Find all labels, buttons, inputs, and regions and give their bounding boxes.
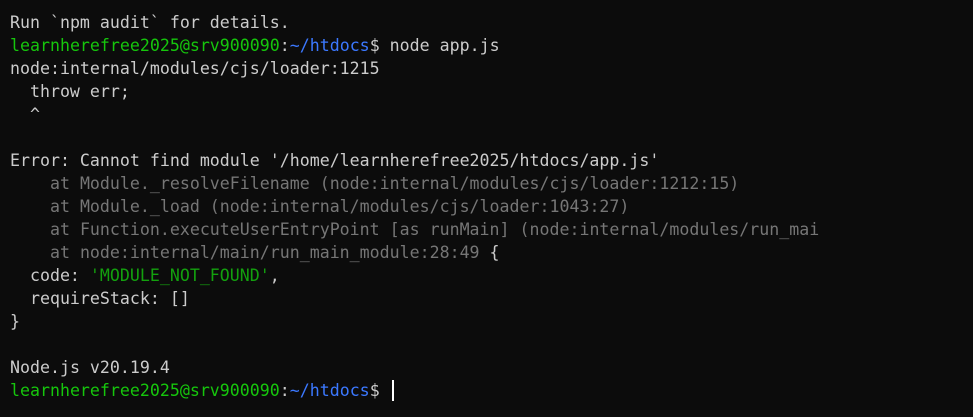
stack-at-keyword: at — [49, 197, 80, 216]
stack-trace-line: at Module._resolveFilename (node:interna… — [10, 172, 973, 195]
stack-at-keyword: at — [49, 174, 80, 193]
object-open-brace: { — [479, 243, 500, 262]
throw-statement: throw err; — [29, 82, 130, 101]
prompt-path: ~/htdocs — [289, 381, 370, 400]
prompt-path: ~/htdocs — [289, 36, 370, 55]
prompt-line: learnherefree2025@srv900090:~/htdocs$ no… — [10, 34, 973, 57]
terminal-window[interactable]: Run `npm audit` for details. learnherefr… — [0, 0, 973, 417]
audit-message: Run `npm audit` for details. — [10, 13, 290, 32]
stack-trace-line: at Module._load (node:internal/modules/c… — [10, 195, 973, 218]
prompt-user-host: learnherefree2025@srv900090 — [10, 36, 280, 55]
error-message: Error: Cannot find module '/home/learnhe… — [10, 151, 660, 170]
error-code-key: code: — [29, 266, 90, 285]
error-code-comma: , — [269, 266, 280, 285]
prompt-symbol: $ — [369, 36, 390, 55]
stack-frame: Module._load (node:internal/modules/cjs/… — [79, 197, 630, 216]
error-caret: ^ — [29, 105, 40, 124]
stack-at-keyword: at — [49, 243, 80, 262]
stack-frame: Module._resolveFilename (node:internal/m… — [79, 174, 740, 193]
text-cursor[interactable] — [391, 380, 394, 401]
error-code-value: 'MODULE_NOT_FOUND' — [89, 266, 270, 285]
error-code-line: code: 'MODULE_NOT_FOUND', — [10, 264, 973, 287]
prompt-colon: : — [279, 36, 290, 55]
entered-command: node app.js — [389, 36, 500, 55]
stack-frame: node:internal/main/run_main_module:28:49 — [79, 243, 480, 262]
object-close-brace: } — [10, 312, 20, 331]
stack-trace-line: at Function.executeUserEntryPoint [as ru… — [10, 218, 973, 241]
prompt-user-host: learnherefree2025@srv900090 — [10, 381, 280, 400]
prompt-symbol: $ — [369, 381, 390, 400]
node-version: Node.js v20.19.4 — [10, 358, 170, 377]
stack-trace-line: at node:internal/main/run_main_module:28… — [10, 241, 973, 264]
active-prompt-line[interactable]: learnherefree2025@srv900090:~/htdocs$ — [10, 379, 973, 402]
stack-frame: Function.executeUserEntryPoint [as runMa… — [79, 220, 820, 239]
loader-location: node:internal/modules/cjs/loader:1215 — [10, 59, 380, 78]
require-stack-line: requireStack: [] — [29, 289, 190, 308]
stack-at-keyword: at — [49, 220, 80, 239]
prompt-colon: : — [279, 381, 290, 400]
